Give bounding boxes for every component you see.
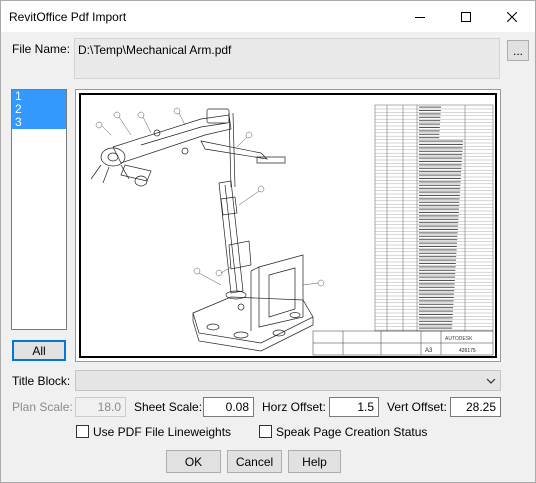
maximize-button[interactable]	[443, 1, 489, 32]
title-block-dropdown[interactable]	[75, 370, 501, 391]
horz-offset-label: Horz Offset:	[262, 400, 326, 414]
horz-offset-field[interactable]: 1.5	[329, 397, 379, 417]
use-lineweights-checkbox[interactable]	[76, 425, 89, 438]
import-dialog: RevitOffice Pdf Import File Name: D:\Tem…	[0, 0, 536, 483]
cancel-button[interactable]: Cancel	[227, 450, 282, 473]
minimize-icon	[415, 16, 425, 18]
page-list-item[interactable]: 3	[12, 116, 66, 129]
plan-scale-label: Plan Scale:	[12, 400, 73, 414]
file-name-field[interactable]: D:\Temp\Mechanical Arm.pdf	[74, 38, 500, 79]
sheet-scale-label: Sheet Scale:	[134, 400, 203, 414]
ok-button[interactable]: OK	[166, 450, 221, 473]
browse-button[interactable]: ...	[507, 40, 529, 61]
file-name-label: File Name:	[12, 42, 71, 56]
title-block-label: Title Block:	[12, 374, 71, 388]
use-lineweights-label[interactable]: Use PDF File Lineweights	[93, 425, 231, 439]
chevron-down-icon	[486, 378, 496, 384]
drawing-sheet: AUTODESK A3 426175	[79, 93, 497, 358]
maximize-icon	[461, 11, 471, 22]
vert-offset-field[interactable]: 28.25	[450, 397, 501, 417]
page-list[interactable]: 1 2 3	[11, 89, 67, 330]
speak-status-label[interactable]: Speak Page Creation Status	[276, 425, 427, 439]
title-bar[interactable]: RevitOffice Pdf Import	[1, 1, 535, 32]
mechanical-arm-drawing: AUTODESK A3 426175	[90, 104, 494, 356]
sheet-scale-field[interactable]: 0.08	[203, 397, 254, 417]
select-all-button[interactable]: All	[12, 340, 66, 361]
company-name: AUTODESK	[445, 336, 473, 342]
file-name-value: D:\Temp\Mechanical Arm.pdf	[78, 43, 232, 57]
vert-offset-label: Vert Offset:	[387, 400, 447, 414]
close-button[interactable]	[489, 1, 535, 32]
help-button[interactable]: Help	[288, 450, 341, 473]
minimize-button[interactable]	[397, 1, 443, 32]
sheet-size: A3	[425, 348, 433, 354]
close-icon	[507, 11, 517, 22]
speak-status-checkbox[interactable]	[259, 425, 272, 438]
drawing-number: 426175	[459, 348, 476, 354]
plan-scale-field: 18.0	[75, 397, 126, 417]
page-preview: AUTODESK A3 426175	[75, 89, 501, 362]
window-title: RevitOffice Pdf Import	[9, 10, 127, 24]
